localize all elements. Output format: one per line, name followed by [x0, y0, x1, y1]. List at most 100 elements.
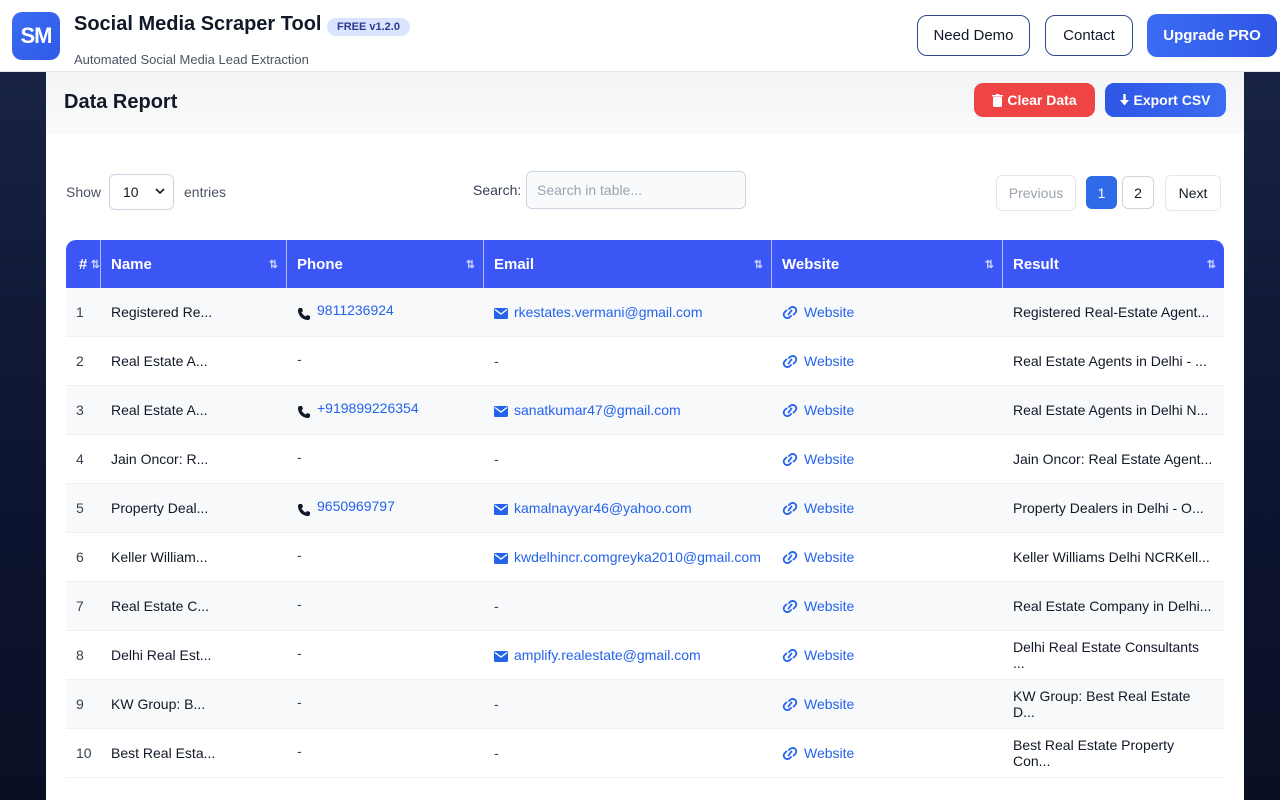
- top-bar: SM Social Media Scraper Tool FREE v1.2.0…: [0, 0, 1280, 72]
- website-link[interactable]: Website: [804, 745, 854, 761]
- column-header-name[interactable]: Name ⇅: [101, 240, 287, 288]
- phone-icon: [298, 308, 310, 320]
- website-link[interactable]: Website: [804, 500, 854, 516]
- show-label: Show: [66, 184, 102, 200]
- name-cell: KW Group: B...: [101, 680, 287, 729]
- sort-icon: ⇅: [1206, 259, 1216, 271]
- email-link[interactable]: rkestates.vermani@gmail.com: [514, 304, 703, 320]
- name-cell: Real Estate C...: [101, 582, 287, 631]
- app-subtitle: Automated Social Media Lead Extraction: [74, 52, 309, 67]
- report-title: Data Report: [64, 91, 178, 113]
- website-link[interactable]: Website: [804, 647, 854, 663]
- website-link[interactable]: Website: [804, 353, 854, 369]
- link-icon: [782, 453, 798, 466]
- phone-link[interactable]: 9811236924: [317, 302, 394, 318]
- table-row: 10 Best Real Esta... - - Website Best Real Es…: [66, 729, 1224, 778]
- link-icon: [782, 698, 798, 711]
- email-link[interactable]: kamalnayyar46@yahoo.com: [514, 500, 692, 516]
- app-title: Social Media Scraper Tool: [74, 13, 322, 35]
- website-link[interactable]: Website: [804, 598, 854, 614]
- website-link[interactable]: Website: [804, 451, 854, 467]
- need-demo-button[interactable]: Need Demo: [917, 15, 1030, 56]
- email-cell: kamalnayyar46@yahoo.com: [484, 484, 772, 533]
- phone-cell: -: [287, 337, 484, 386]
- column-header-phone[interactable]: Phone ⇅: [287, 240, 484, 288]
- phone-cell: -: [287, 680, 484, 729]
- sort-icon: ⇅: [268, 259, 278, 271]
- website-cell: Website: [772, 288, 1003, 337]
- column-header-email[interactable]: Email ⇅: [484, 240, 772, 288]
- column-header-index[interactable]: # ⇅: [66, 240, 101, 288]
- name-cell: Delhi Real Est...: [101, 631, 287, 680]
- clear-data-label: Clear Data: [1007, 92, 1077, 108]
- email-link[interactable]: kwdelhincr.comgreyka2010@gmail.com: [514, 549, 761, 565]
- sort-icon: ⇅: [465, 259, 475, 271]
- report-header: Data Report Clear Data Export CSV: [46, 72, 1244, 134]
- table-row: 1 Registered Re... 9811236924 rkestates.ver…: [66, 288, 1224, 337]
- website-cell: Website: [772, 582, 1003, 631]
- email-cell: kwdelhincr.comgreyka2010@gmail.com: [484, 533, 772, 582]
- phone-icon: [298, 406, 310, 418]
- upgrade-pro-button[interactable]: Upgrade PRO: [1147, 14, 1277, 57]
- data-report-panel: Data Report Clear Data Export CSV Show 1…: [46, 72, 1244, 800]
- app-logo: SM: [12, 12, 60, 60]
- website-cell: Website: [772, 484, 1003, 533]
- table-row: 2 Real Estate A... - - Website Real Estate Ag…: [66, 337, 1224, 386]
- website-cell: Website: [772, 337, 1003, 386]
- website-link[interactable]: Website: [804, 304, 854, 320]
- result-cell: Delhi Real Estate Consultants ...: [1003, 631, 1224, 680]
- column-header-website[interactable]: Website ⇅: [772, 240, 1003, 288]
- chevron-down-icon: [155, 188, 165, 195]
- website-cell: Website: [772, 533, 1003, 582]
- page-1-button[interactable]: 1: [1086, 176, 1117, 209]
- phone-link[interactable]: 9650969797: [317, 498, 395, 514]
- result-cell: Registered Real-Estate Agent...: [1003, 288, 1224, 337]
- table-row: 3 Real Estate A... +919899226354 sanatkumar…: [66, 386, 1224, 435]
- email-value: -: [494, 745, 499, 761]
- trash-icon: [992, 93, 1004, 107]
- email-cell: -: [484, 337, 772, 386]
- phone-cell: -: [287, 631, 484, 680]
- envelope-icon: [494, 406, 508, 417]
- table-row: 7 Real Estate C... - - Website Real Estate Co…: [66, 582, 1224, 631]
- phone-value: -: [297, 351, 302, 367]
- entries-label: entries: [184, 184, 227, 200]
- contact-button[interactable]: Contact: [1045, 15, 1133, 56]
- phone-value: -: [297, 547, 302, 563]
- phone-cell: -: [287, 729, 484, 778]
- name-cell: Registered Re...: [101, 288, 287, 337]
- website-cell: Website: [772, 729, 1003, 778]
- website-cell: Website: [772, 680, 1003, 729]
- previous-page-button[interactable]: Previous: [996, 175, 1076, 211]
- email-cell: -: [484, 729, 772, 778]
- row-index: 9: [66, 680, 101, 729]
- email-link[interactable]: sanatkumar47@gmail.com: [514, 402, 681, 418]
- next-page-button[interactable]: Next: [1165, 175, 1221, 211]
- export-csv-label: Export CSV: [1133, 92, 1211, 108]
- email-link[interactable]: amplify.realestate@gmail.com: [514, 647, 701, 663]
- page-2-button[interactable]: 2: [1122, 176, 1154, 209]
- export-csv-button[interactable]: Export CSV: [1105, 83, 1226, 117]
- phone-value: -: [297, 596, 302, 612]
- table-row: 9 KW Group: B... - - Website KW Group: Best R…: [66, 680, 1224, 729]
- phone-icon: [298, 504, 310, 516]
- email-cell: amplify.realestate@gmail.com: [484, 631, 772, 680]
- result-cell: Best Real Estate Property Con...: [1003, 729, 1224, 778]
- email-cell: -: [484, 680, 772, 729]
- row-index: 4: [66, 435, 101, 484]
- table-search-input[interactable]: [526, 171, 746, 209]
- phone-link[interactable]: +919899226354: [317, 400, 419, 416]
- entries-select[interactable]: 10: [109, 174, 174, 210]
- table-header-row: # ⇅ Name ⇅ Phone ⇅ Email ⇅ Website ⇅ Result ⇅: [66, 240, 1224, 288]
- website-link[interactable]: Website: [804, 696, 854, 712]
- search-label: Search:: [473, 182, 522, 198]
- table-row: 6 Keller William... - kwdelhincr.comgreyka2…: [66, 533, 1224, 582]
- phone-value: -: [297, 694, 302, 710]
- website-link[interactable]: Website: [804, 549, 854, 565]
- row-index: 6: [66, 533, 101, 582]
- link-icon: [782, 306, 798, 319]
- clear-data-button[interactable]: Clear Data: [974, 83, 1095, 117]
- website-link[interactable]: Website: [804, 402, 854, 418]
- column-header-result[interactable]: Result ⇅: [1003, 240, 1224, 288]
- link-icon: [782, 747, 798, 760]
